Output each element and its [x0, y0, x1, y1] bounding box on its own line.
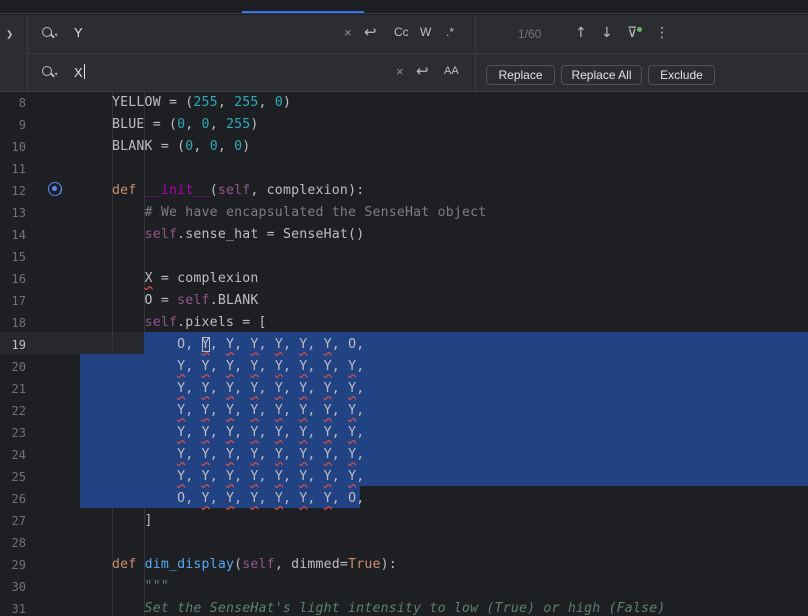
newline-icon[interactable]: ↩ — [364, 23, 377, 41]
code-line[interactable]: 23 Y, Y, Y, Y, Y, Y, Y, Y, — [0, 422, 808, 444]
code-line[interactable]: 22 Y, Y, Y, Y, Y, Y, Y, Y, — [0, 400, 808, 422]
code-text: # We have encapsulated the SenseHat obje… — [112, 205, 487, 220]
code-text: BLUE = (0, 0, 255) — [112, 117, 259, 132]
filter-icon[interactable]: ⊽ — [627, 25, 637, 41]
code-line[interactable]: 21 Y, Y, Y, Y, Y, Y, Y, Y, — [0, 378, 808, 400]
line-number: 10 — [11, 140, 26, 154]
code-line[interactable]: 26 O, Y, Y, Y, Y, Y, Y, O, — [0, 488, 808, 510]
more-icon[interactable]: ⋮ — [655, 25, 669, 41]
code-text: self.pixels = [ — [144, 315, 267, 330]
line-number: 27 — [11, 514, 26, 528]
code-line[interactable]: 31 Set the SenseHat's light intensity to… — [0, 598, 808, 616]
code-text: def dim_display(self, dimmed=True): — [112, 557, 397, 572]
active-tab-indicator — [242, 11, 364, 13]
code-text: self.sense_hat = SenseHat() — [144, 227, 365, 242]
line-number: 13 — [11, 206, 26, 220]
code-line[interactable]: 15 — [0, 246, 808, 268]
exclude-button[interactable]: Exclude — [648, 65, 715, 85]
find-replace-panel: ❯ ▾ Y × ↩ Cc W .* ▾ X × ↩ AA 1/60 ↑ ↓ ⊽ … — [0, 15, 808, 92]
code-text: Y, Y, Y, Y, Y, Y, Y, Y, — [177, 469, 365, 484]
line-number: 25 — [11, 470, 26, 484]
preserve-case-toggle[interactable]: AA — [444, 65, 459, 77]
editor-tab-strip — [0, 0, 808, 14]
line-number: 26 — [11, 492, 26, 506]
clear-icon[interactable]: × — [396, 64, 404, 79]
match-count: 1/60 — [518, 27, 542, 41]
line-number: 24 — [11, 448, 26, 462]
whole-words-toggle[interactable]: W — [420, 25, 431, 39]
code-line[interactable]: 27 ] — [0, 510, 808, 532]
code-line[interactable]: 14 self.sense_hat = SenseHat() — [0, 224, 808, 246]
line-number: 22 — [11, 404, 26, 418]
line-number: 19 — [11, 338, 26, 352]
code-text: Set the SenseHat's light intensity to lo… — [112, 601, 666, 616]
code-text: def __init__(self, complexion): — [112, 183, 365, 198]
line-number: 29 — [11, 558, 26, 572]
line-number: 17 — [11, 294, 26, 308]
code-text: Y, Y, Y, Y, Y, Y, Y, Y, — [177, 447, 365, 462]
replace-row: ▾ X × ↩ AA — [28, 54, 475, 92]
code-text: O, Y, Y, Y, Y, Y, Y, O, — [112, 491, 365, 506]
code-line[interactable]: 20 Y, Y, Y, Y, Y, Y, Y, Y, — [0, 356, 808, 378]
line-number: 15 — [11, 250, 26, 264]
code-line[interactable]: 28 — [0, 532, 808, 554]
code-line[interactable]: 25 Y, Y, Y, Y, Y, Y, Y, Y, — [0, 466, 808, 488]
line-number: 20 — [11, 360, 26, 374]
code-line[interactable]: 10 BLANK = (0, 0, 0) — [0, 136, 808, 158]
code-text: ] — [112, 513, 153, 528]
search-icon[interactable]: ▾ — [42, 66, 58, 80]
replace-all-button[interactable]: Replace All — [561, 65, 642, 85]
match-case-toggle[interactable]: Cc — [394, 25, 409, 39]
code-text: Y, Y, Y, Y, Y, Y, Y, Y, — [177, 425, 365, 440]
search-icon[interactable]: ▾ — [42, 27, 58, 41]
line-number: 28 — [11, 536, 26, 550]
code-text: O, Y, Y, Y, Y, Y, Y, O, — [112, 337, 365, 352]
newline-icon[interactable]: ↩ — [416, 62, 429, 80]
line-number: 14 — [11, 228, 26, 242]
code-line[interactable]: 29 def dim_display(self, dimmed=True): — [0, 554, 808, 576]
code-text: BLANK = (0, 0, 0) — [112, 139, 251, 154]
code-editor[interactable]: ↓ 8 YELLOW = (255, 255, 0) 9 BLUE = (0, 0, … — [0, 92, 808, 616]
line-number: 18 — [11, 316, 26, 330]
code-line[interactable]: 16 X = complexion — [0, 268, 808, 290]
code-line[interactable]: 18 self.pixels = [ — [0, 312, 808, 334]
code-text: Y, Y, Y, Y, Y, Y, Y, Y, — [177, 359, 365, 374]
code-text: """ — [112, 579, 169, 594]
line-number: 31 — [11, 602, 26, 616]
filter-active-dot — [637, 27, 642, 32]
code-text: X = complexion — [144, 271, 259, 286]
line-number: 9 — [18, 118, 26, 132]
code-line[interactable]: 12 def __init__(self, complexion): — [0, 180, 808, 202]
code-line[interactable]: 9 BLUE = (0, 0, 255) — [0, 114, 808, 136]
code-text: Y, Y, Y, Y, Y, Y, Y, Y, — [177, 403, 365, 418]
code-text: O = self.BLANK — [112, 293, 259, 308]
replace-input[interactable]: X — [74, 64, 85, 80]
arrow-up-icon[interactable]: ↑ — [575, 25, 587, 41]
search-input[interactable]: Y — [74, 25, 83, 40]
replace-button[interactable]: Replace — [486, 65, 555, 85]
chevron-down-icon[interactable]: ❯ — [6, 27, 13, 41]
find-row: ▾ Y × ↩ Cc W .* — [28, 15, 475, 53]
line-number: 30 — [11, 580, 26, 594]
code-line[interactable]: 30 """ — [0, 576, 808, 598]
line-number: 21 — [11, 382, 26, 396]
code-line[interactable]: 19 O, Y, Y, Y, Y, Y, Y, O, — [0, 334, 808, 356]
code-text: YELLOW = (255, 255, 0) — [112, 95, 292, 110]
line-number: 11 — [11, 162, 26, 176]
code-line[interactable]: 11 — [0, 158, 808, 180]
line-number: 23 — [11, 426, 26, 440]
regex-toggle[interactable]: .* — [446, 25, 454, 39]
line-number: 8 — [18, 96, 26, 110]
code-text: Y, Y, Y, Y, Y, Y, Y, Y, — [177, 381, 365, 396]
clear-icon[interactable]: × — [344, 25, 352, 40]
code-line[interactable]: 17 O = self.BLANK — [0, 290, 808, 312]
line-number: 12 — [11, 184, 26, 198]
line-number: 16 — [11, 272, 26, 286]
code-line[interactable]: 24 Y, Y, Y, Y, Y, Y, Y, Y, — [0, 444, 808, 466]
code-line[interactable]: 13 # We have encapsulated the SenseHat o… — [0, 202, 808, 224]
arrow-down-icon[interactable]: ↓ — [601, 25, 613, 41]
code-line[interactable]: 8 YELLOW = (255, 255, 0) — [0, 92, 808, 114]
